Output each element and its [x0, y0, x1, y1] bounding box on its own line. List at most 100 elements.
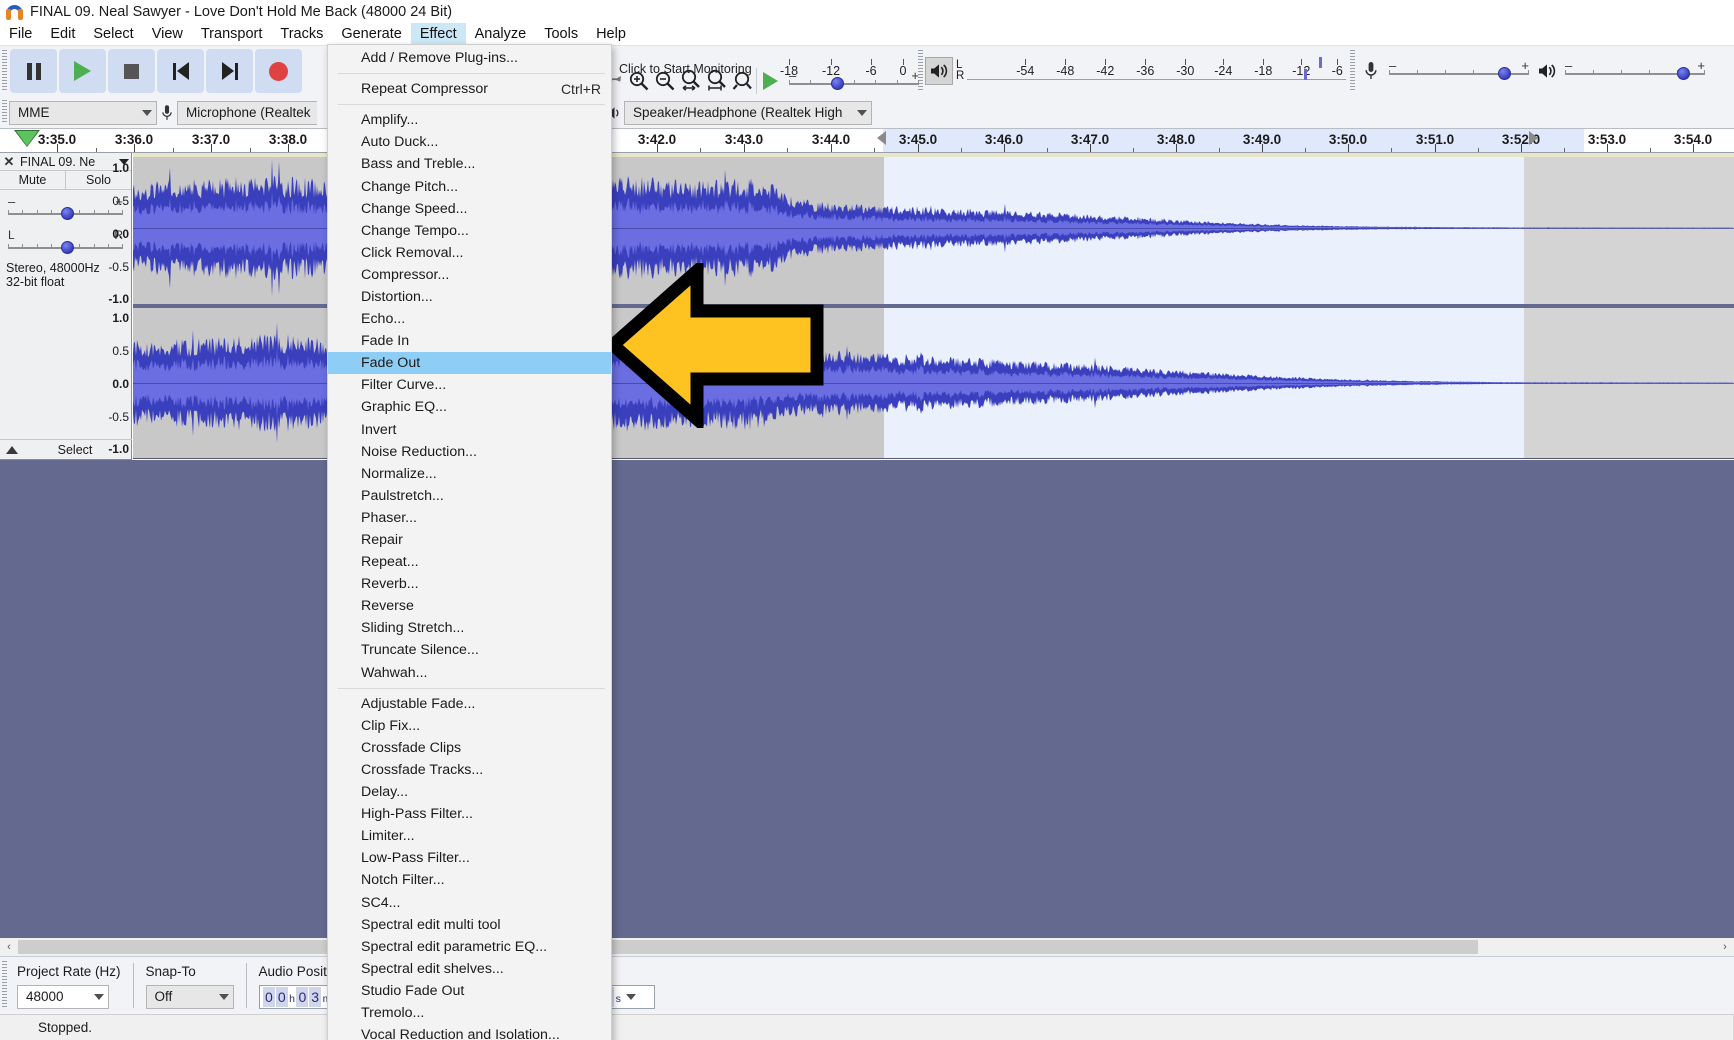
skip-to-end-button[interactable]: [206, 49, 253, 93]
recording-volume-slider[interactable]: – +: [1389, 58, 1529, 84]
effect-menu-item[interactable]: Change Tempo...: [328, 220, 611, 242]
menu-effect[interactable]: Effect: [410, 23, 466, 45]
effect-menu-item[interactable]: Normalize...: [328, 463, 611, 485]
zoom-in-button[interactable]: [626, 68, 652, 94]
close-track-icon[interactable]: ✕: [0, 154, 18, 170]
snap-to-select[interactable]: Off: [145, 984, 234, 1009]
effect-menu-item[interactable]: Limiter...: [328, 825, 611, 847]
project-rate-select[interactable]: 48000: [17, 984, 109, 1009]
pan-slider-knob[interactable]: [60, 241, 74, 254]
playback-meter-scale[interactable]: -54 -48 -42 -36 -30 -24 -18 -12 -6 0: [967, 51, 1375, 91]
menu-help[interactable]: Help: [587, 23, 635, 45]
audio-host-select[interactable]: MME: [9, 100, 157, 125]
pause-button[interactable]: [10, 49, 57, 93]
effect-menu-item[interactable]: Low-Pass Filter...: [328, 847, 611, 869]
zoom-toggle-button[interactable]: [730, 68, 756, 94]
effect-menu-item[interactable]: Filter Curve...: [328, 374, 611, 396]
effect-menu-item[interactable]: Clip Fix...: [328, 715, 611, 737]
scrollbar-track[interactable]: [18, 940, 1716, 954]
effect-menu-item[interactable]: Spectral edit shelves...: [328, 958, 611, 980]
fit-selection-button[interactable]: [678, 68, 704, 94]
effect-menu-item[interactable]: Studio Fade Out: [328, 980, 611, 1002]
menu-tracks[interactable]: Tracks: [271, 23, 332, 45]
effect-menu-item[interactable]: Repair: [328, 529, 611, 551]
recording-device-select[interactable]: Microphone (Realtek Hi: [177, 100, 317, 125]
toolbar-grip[interactable]: [1348, 46, 1357, 96]
effect-menu-item[interactable]: Auto Duck...: [328, 131, 611, 153]
menu-select[interactable]: Select: [84, 23, 142, 45]
effect-menu-item[interactable]: Crossfade Clips: [328, 737, 611, 759]
chevron-down-icon[interactable]: [625, 993, 636, 1000]
effect-menu-item[interactable]: Repeat...: [328, 551, 611, 573]
effect-menu-item[interactable]: Change Speed...: [328, 198, 611, 220]
scrollbar-thumb[interactable]: [18, 940, 1479, 954]
selection-end-handle[interactable]: [1528, 131, 1540, 151]
effect-menu-item[interactable]: Add / Remove Plug-ins...: [328, 47, 611, 69]
effect-menu-item[interactable]: Bass and Treble...: [328, 153, 611, 175]
effect-menu-item[interactable]: Phaser...: [328, 507, 611, 529]
effect-menu-item[interactable]: Click Removal...: [328, 242, 611, 264]
effect-menu-item[interactable]: High-Pass Filter...: [328, 803, 611, 825]
horizontal-scrollbar[interactable]: ‹ ›: [0, 938, 1734, 956]
effect-menu-item[interactable]: Paulstretch...: [328, 485, 611, 507]
play-speed-slider[interactable]: – +: [789, 68, 919, 94]
gain-slider-knob[interactable]: [60, 207, 74, 220]
effect-menu-item[interactable]: Noise Reduction...: [328, 441, 611, 463]
playback-device-select[interactable]: Speaker/Headphone (Realtek High: [624, 100, 872, 125]
slider-knob[interactable]: [830, 76, 844, 90]
toolbar-grip[interactable]: [0, 957, 9, 1014]
effect-menu-item[interactable]: Graphic EQ...: [328, 396, 611, 418]
effect-menu-item[interactable]: Amplify...: [328, 109, 611, 131]
effect-menu-item[interactable]: Fade Out: [328, 352, 611, 375]
slider-knob[interactable]: [1498, 67, 1512, 80]
effect-menu-item[interactable]: Invert: [328, 419, 611, 441]
effect-menu-item[interactable]: Vocal Reduction and Isolation...: [328, 1024, 611, 1040]
effect-menu-item[interactable]: Repeat Compressor Ctrl+R: [328, 78, 611, 100]
effect-menu-item[interactable]: Wahwah...: [328, 662, 611, 684]
menu-file[interactable]: File: [0, 23, 41, 45]
track-pan-slider[interactable]: L R: [8, 228, 123, 256]
track-area[interactable]: ✕ FINAL 09. Ne Mute Solo – + L R Stereo,…: [0, 153, 1734, 938]
fit-project-button[interactable]: [704, 68, 730, 94]
timeline-ruler[interactable]: 3:35.0 3:36.0 3:37.0 3:38.0 3:42.0 3:43.…: [0, 129, 1734, 153]
slider-knob[interactable]: [1677, 67, 1690, 80]
effect-menu-item[interactable]: Tremolo...: [328, 1002, 611, 1024]
playback-meter-toolbar[interactable]: LR -54 -48 -42 -36 -30 -24 -18 -12 -6: [916, 46, 1375, 96]
toolbar-grip[interactable]: [0, 96, 9, 129]
effect-menu-item[interactable]: Sliding Stretch...: [328, 617, 611, 639]
speaker-icon[interactable]: [925, 57, 953, 85]
play-at-speed-button[interactable]: [757, 68, 783, 94]
effect-menu-item[interactable]: Reverse: [328, 595, 611, 617]
menu-tools[interactable]: Tools: [535, 23, 587, 45]
effect-menu-item[interactable]: Reverb...: [328, 573, 611, 595]
selection-start-handle[interactable]: [876, 131, 888, 151]
effect-menu-item[interactable]: Echo...: [328, 308, 611, 330]
effect-menu-item[interactable]: SC4...: [328, 891, 611, 913]
menu-edit[interactable]: Edit: [41, 23, 84, 45]
scroll-right-icon[interactable]: ›: [1716, 938, 1734, 956]
effect-menu-item[interactable]: Spectral edit multi tool: [328, 914, 611, 936]
menu-view[interactable]: View: [143, 23, 192, 45]
effect-menu-item[interactable]: Crossfade Tracks...: [328, 759, 611, 781]
stop-button[interactable]: [108, 49, 155, 93]
effect-menu-item[interactable]: Spectral edit parametric EQ...: [328, 936, 611, 958]
scroll-left-icon[interactable]: ‹: [0, 938, 18, 956]
menu-analyze[interactable]: Analyze: [466, 23, 536, 45]
menu-transport[interactable]: Transport: [192, 23, 272, 45]
effect-menu-item[interactable]: Change Pitch...: [328, 175, 611, 197]
collapse-track-icon[interactable]: [6, 445, 18, 454]
track-gain-slider[interactable]: – +: [8, 194, 123, 222]
effect-menu-item[interactable]: Compressor...: [328, 264, 611, 286]
record-button[interactable]: [255, 49, 302, 93]
effect-menu-item[interactable]: Truncate Silence...: [328, 639, 611, 661]
menu-generate[interactable]: Generate: [332, 23, 410, 45]
effect-menu-item[interactable]: Distortion...: [328, 286, 611, 308]
effect-menu-item[interactable]: Delay...: [328, 781, 611, 803]
skip-to-start-button[interactable]: [157, 49, 204, 93]
playback-volume-slider[interactable]: – +: [1565, 58, 1705, 84]
toolbar-grip[interactable]: [0, 46, 9, 96]
effect-menu-dropdown[interactable]: Add / Remove Plug-ins... Repeat Compresso…: [327, 44, 612, 1040]
mute-button[interactable]: Mute: [0, 171, 66, 189]
effect-menu-item[interactable]: Notch Filter...: [328, 869, 611, 891]
effect-menu-item[interactable]: Adjustable Fade...: [328, 693, 611, 715]
